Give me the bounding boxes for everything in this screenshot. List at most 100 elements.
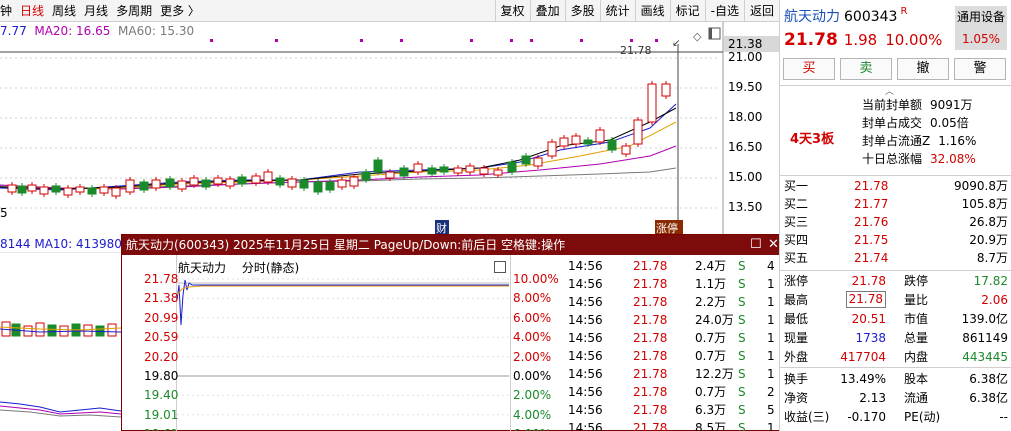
- cancel-order-button[interactable]: 撤: [897, 58, 949, 80]
- tool-button-0[interactable]: 复权: [494, 0, 530, 22]
- price-axis-label: 19.50: [728, 80, 763, 94]
- stat-row: 现量 1738 总量 861149: [784, 329, 1008, 347]
- indicator-line-2: [0, 405, 121, 415]
- ts-price-label: 19.01: [144, 407, 179, 422]
- popup-titlebar[interactable]: 航天动力(600343) 2025年11月25日 星期二 PageUp/Down…: [122, 235, 784, 255]
- candle-body: [177, 180, 187, 190]
- candle-body: [373, 159, 383, 173]
- stat-label: 最低: [784, 312, 809, 326]
- popup-maximize-icon[interactable]: ☐: [750, 235, 762, 255]
- period-tab-3[interactable]: 月线: [84, 0, 108, 22]
- tick-list[interactable]: 14:56 21.78 2.4万 S 4 14:56 21.78 1.1万 S 1 14:56 21.…: [563, 255, 784, 431]
- candle-body: [507, 161, 517, 173]
- ts-pct-label: 2.00%: [513, 349, 552, 364]
- period-tab-4[interactable]: 多周期: [116, 0, 152, 22]
- stat-row: 换手 13.49% 股本 6.38亿: [784, 370, 1008, 388]
- candle-body: [237, 176, 247, 185]
- indicator-line-1: [0, 401, 121, 413]
- stat-value: 17.82: [973, 274, 1008, 288]
- kline-chart[interactable]: 21.78 ↙ ◇ 5 财 涨停 21.38: [0, 22, 779, 236]
- stat-value: 2.13: [859, 391, 886, 405]
- volume-chart[interactable]: [0, 252, 121, 431]
- stat-value: 417704: [840, 350, 886, 364]
- alert-button[interactable]: 警: [954, 58, 1006, 80]
- order-book-row[interactable]: 买五 21.74 8.7万: [784, 250, 1008, 267]
- high-arrow-icon: ↙: [672, 38, 680, 49]
- volume-bar: [47, 324, 57, 337]
- candle-body: [275, 177, 285, 186]
- stat-label: 流通: [904, 391, 929, 405]
- stat-row: 净资 2.13 流通 6.38亿: [784, 389, 1008, 407]
- candle-body: [325, 181, 335, 191]
- tool-button-3[interactable]: 统计: [599, 0, 635, 22]
- tool-button-6[interactable]: -自选: [704, 0, 744, 22]
- stat-label: 最高: [784, 293, 809, 307]
- volume-bar: [107, 323, 117, 337]
- sector-badge[interactable]: 通用设备 1.05%: [955, 6, 1007, 50]
- period-tab-0[interactable]: 钟: [0, 0, 12, 22]
- book-qty: 26.8万: [969, 215, 1008, 229]
- candle-body: [399, 167, 409, 177]
- tick-side: S: [738, 367, 746, 381]
- popup-close-icon[interactable]: ✕: [768, 235, 779, 255]
- order-book-row[interactable]: 买四 21.75 20.9万: [784, 232, 1008, 249]
- ts-pct-label: 4.00%: [513, 330, 552, 345]
- timeshare-popup[interactable]: 航天动力(600343) 2025年11月25日 星期二 PageUp/Down…: [121, 234, 785, 431]
- popup-title-text: 航天动力(600343) 2025年11月25日 星期二 PageUp/Down…: [126, 238, 566, 252]
- candle-body: [263, 171, 273, 183]
- seal-label: 十日总涨幅: [862, 152, 923, 166]
- tick-row: 14:56 21.78 24.0万 S 1: [563, 311, 784, 329]
- candle-body: [213, 177, 223, 185]
- candle-body: [607, 139, 617, 151]
- period-tab-5[interactable]: 更多 〉: [160, 0, 200, 22]
- tool-button-1[interactable]: 叠加: [529, 0, 565, 22]
- stock-name[interactable]: 航天动力: [784, 9, 840, 25]
- timeshare-chart[interactable]: [122, 255, 563, 431]
- tick-row: 14:56 21.78 6.3万 S 5: [563, 401, 784, 419]
- stat-label: 收益(三): [784, 410, 830, 424]
- order-book-row[interactable]: 买二 21.77 105.8万: [784, 196, 1008, 213]
- limit-tag[interactable]: 涨停: [656, 221, 678, 235]
- stat-label: 市值: [904, 312, 929, 326]
- price-axis-label: 13.50: [728, 200, 763, 214]
- stat-label: 跌停: [904, 274, 929, 288]
- board-streak-tag: 4天3板: [790, 132, 835, 147]
- buy-button[interactable]: 买: [783, 58, 835, 80]
- ts-toggle-icon[interactable]: [494, 261, 506, 273]
- seal-label: 当前封单额: [862, 98, 923, 112]
- tick-vol: 0.7万: [695, 331, 727, 345]
- book-qty: 20.9万: [969, 233, 1008, 247]
- ts-price-label: 19.80: [144, 369, 179, 383]
- tick-n: 1: [767, 331, 775, 345]
- ts-price-label: 21.38: [144, 291, 179, 306]
- candle-body: [439, 166, 449, 173]
- order-book-row[interactable]: 买一 21.78 9090.8万: [784, 178, 1008, 195]
- period-tab-2[interactable]: 周线: [52, 0, 76, 22]
- tool-button-2[interactable]: 多股: [564, 0, 600, 22]
- tick-side: S: [738, 277, 746, 291]
- tick-n: 1: [767, 313, 775, 327]
- period-tab-1[interactable]: 日线: [20, 0, 44, 22]
- stat-label: 股本: [904, 372, 929, 386]
- tool-button-7[interactable]: 返回: [743, 0, 779, 22]
- event-tag[interactable]: 财: [436, 221, 447, 235]
- price-axis-label: 21.00: [728, 50, 763, 64]
- tick-n: 5: [767, 403, 775, 417]
- ts-price-label: 18.61: [144, 427, 178, 431]
- seal-row: 封单占成交 0.05倍: [862, 114, 969, 131]
- price-axis-label: 18.00: [728, 110, 763, 124]
- kline-grid: [0, 57, 720, 209]
- stat-value: 20.51: [851, 312, 886, 326]
- tick-vol: 24.0万: [695, 313, 734, 327]
- tick-time: 14:56: [568, 259, 603, 273]
- seal-value: 9091万: [930, 98, 973, 112]
- tool-button-4[interactable]: 画线: [634, 0, 670, 22]
- tool-button-5[interactable]: 标记: [669, 0, 705, 22]
- volume-ma-legend: 8144 MA10: 413980: [0, 237, 122, 251]
- tick-time: 14:56: [568, 277, 603, 291]
- order-book-row[interactable]: 买三 21.76 26.8万: [784, 214, 1008, 231]
- ts-mode[interactable]: 分时(静态): [242, 261, 299, 275]
- tick-price: 21.78: [633, 259, 668, 273]
- tick-time: 14:56: [568, 313, 603, 327]
- sell-button[interactable]: 卖: [840, 58, 892, 80]
